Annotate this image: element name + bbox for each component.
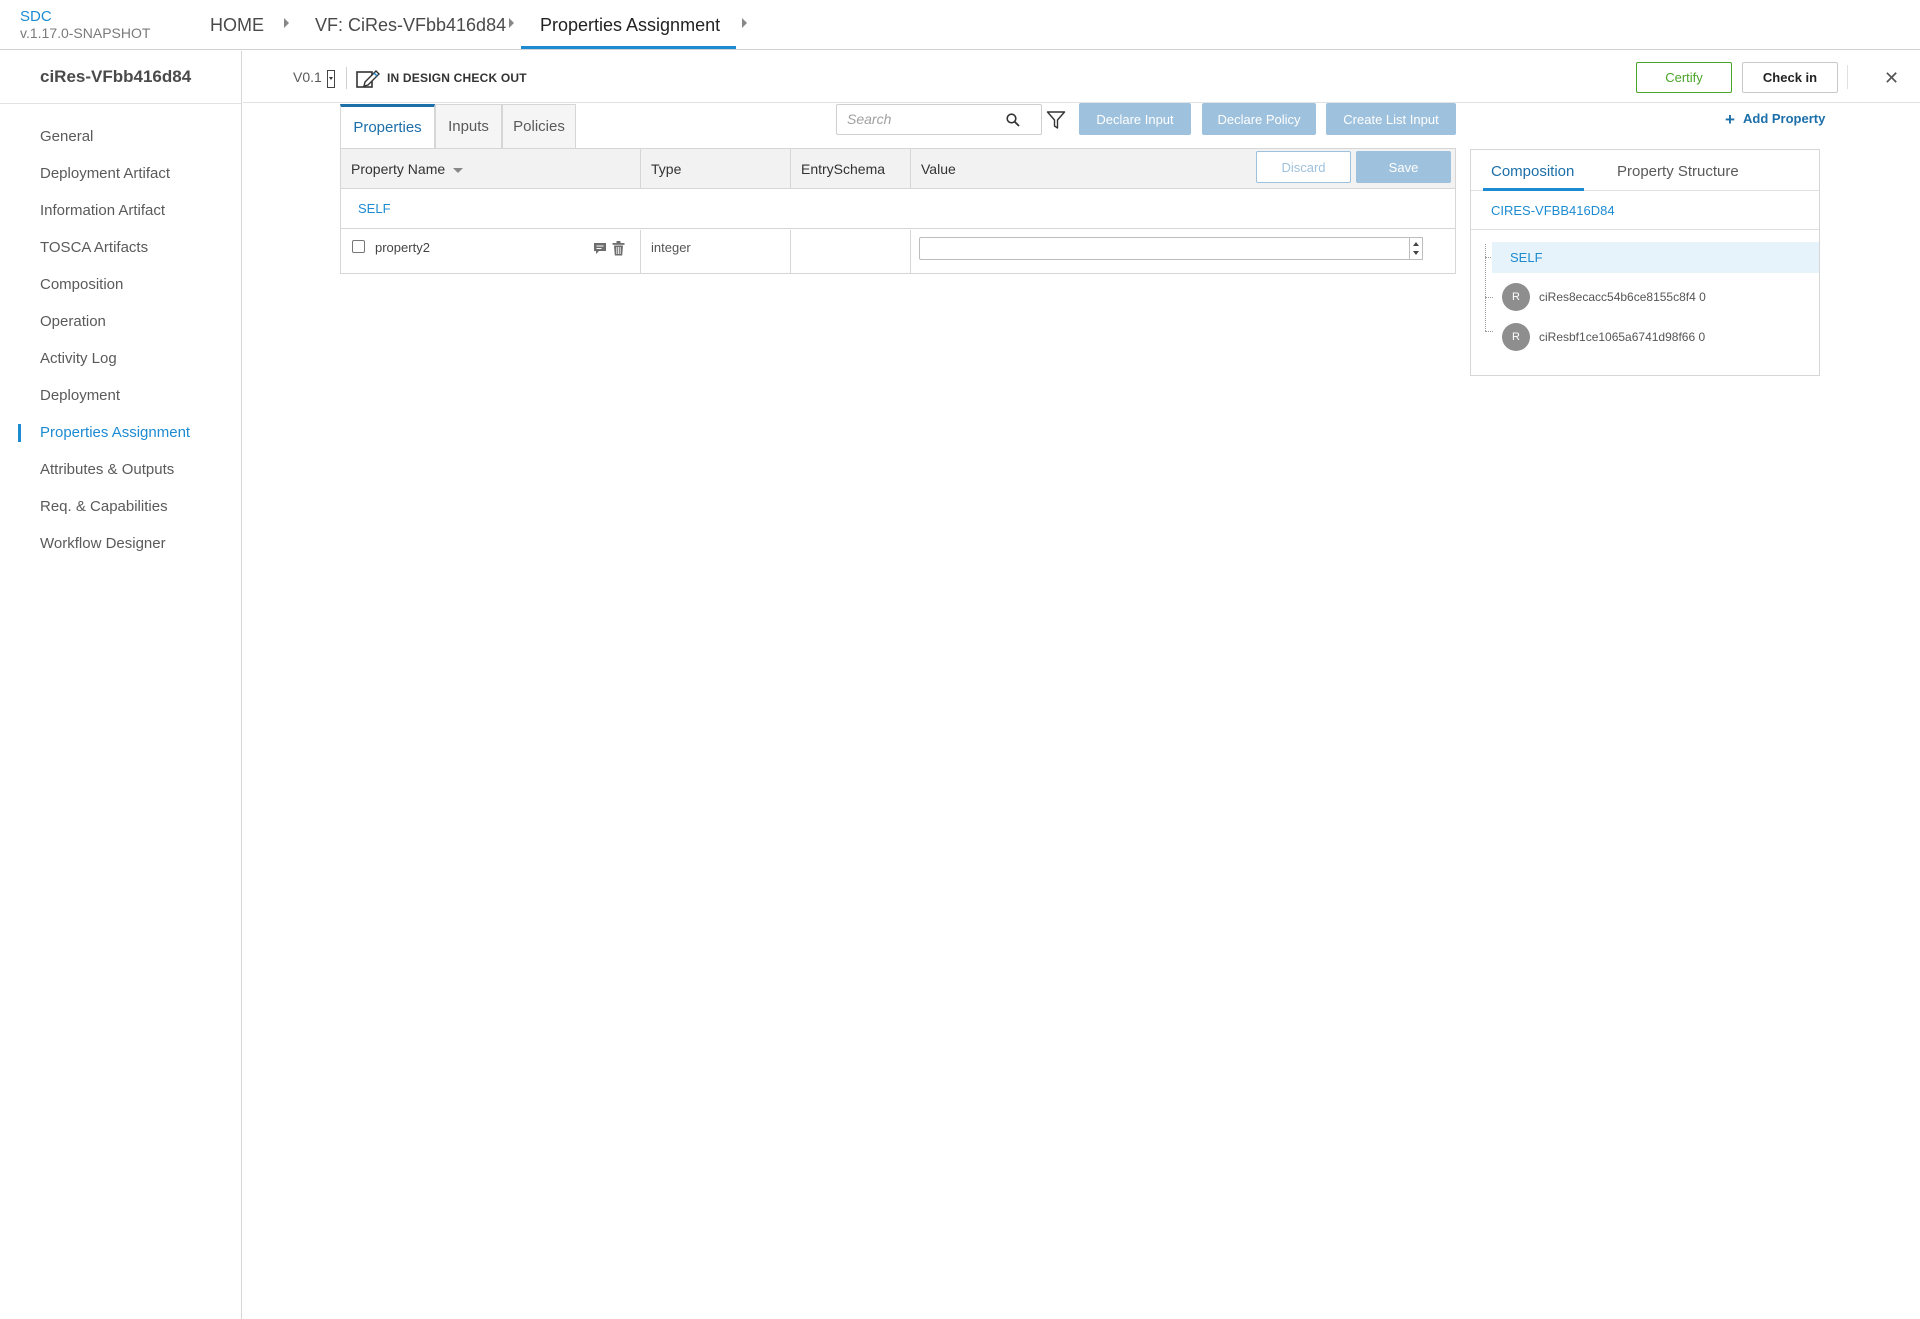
description-icon[interactable] bbox=[593, 242, 607, 255]
property-value-input[interactable] bbox=[919, 237, 1417, 260]
sidebar-title: ciRes-VFbb416d84 bbox=[40, 67, 192, 86]
add-property-link[interactable]: Add Property bbox=[1743, 111, 1825, 126]
column-header-value[interactable]: Value bbox=[921, 161, 956, 177]
tab-policies[interactable]: Policies bbox=[502, 104, 576, 148]
sidebar-item-req-capabilities[interactable]: Req. & Capabilities bbox=[40, 498, 168, 515]
app-version: v.1.17.0-SNAPSHOT bbox=[20, 25, 151, 41]
discard-button[interactable]: Discard bbox=[1256, 151, 1351, 183]
sidebar-divider bbox=[0, 103, 241, 104]
breadcrumb-resource[interactable]: VF: CiRes-VFbb416d84 bbox=[315, 15, 506, 36]
tree-node-self[interactable]: SELF bbox=[1492, 242, 1819, 273]
property-name: property2 bbox=[375, 240, 430, 255]
row-checkbox[interactable] bbox=[352, 240, 365, 253]
tab-composition[interactable]: Composition bbox=[1491, 163, 1574, 180]
property-type: integer bbox=[651, 240, 691, 255]
sidebar-item-attributes-outputs[interactable]: Attributes & Outputs bbox=[40, 461, 174, 478]
column-divider bbox=[790, 149, 791, 189]
declare-input-button[interactable]: Declare Input bbox=[1079, 103, 1191, 135]
app-logo[interactable]: SDC v.1.17.0-SNAPSHOT bbox=[20, 9, 150, 40]
header-divider bbox=[1847, 65, 1848, 89]
active-item-marker bbox=[18, 424, 21, 442]
sidebar-item-workflow-designer[interactable]: Workflow Designer bbox=[40, 535, 166, 552]
lifecycle-status: IN DESIGN CHECK OUT bbox=[387, 71, 527, 85]
component-name[interactable]: CIRES-VFBB416D84 bbox=[1491, 203, 1615, 218]
column-divider bbox=[910, 230, 911, 273]
workspace-header: V0.1 IN DESIGN CHECK OUT Certify Check i… bbox=[243, 51, 1920, 103]
delete-icon[interactable] bbox=[612, 241, 625, 256]
app-name: SDC bbox=[20, 8, 52, 25]
breadcrumb-arrow-icon[interactable] bbox=[284, 18, 289, 28]
resource-avatar-icon: R bbox=[1502, 283, 1530, 311]
filter-icon[interactable] bbox=[1046, 110, 1066, 130]
breadcrumb-home[interactable]: HOME bbox=[210, 15, 264, 36]
top-navigation-bar: SDC v.1.17.0-SNAPSHOT HOME VF: CiRes-VFb… bbox=[0, 0, 1920, 50]
table-header: Property Name Type EntrySchema Value Dis… bbox=[341, 149, 1455, 189]
version-selector[interactable]: V0.1 bbox=[293, 69, 322, 85]
sidebar-item-composition[interactable]: Composition bbox=[40, 276, 123, 293]
tree-node-label: SELF bbox=[1510, 250, 1543, 265]
column-divider bbox=[640, 230, 641, 273]
sidebar-item-deployment-artifact[interactable]: Deployment Artifact bbox=[40, 165, 170, 182]
search-input[interactable] bbox=[847, 111, 1007, 127]
column-divider bbox=[640, 149, 641, 189]
properties-table: Property Name Type EntrySchema Value Dis… bbox=[340, 148, 1456, 274]
sidebar-item-tosca-artifacts[interactable]: TOSCA Artifacts bbox=[40, 239, 148, 256]
tree-node-instance[interactable]: ciResbf1ce1065a6741d98f66 0 bbox=[1539, 330, 1705, 344]
column-header-property-name[interactable]: Property Name bbox=[351, 161, 445, 177]
breadcrumb-current[interactable]: Properties Assignment bbox=[540, 15, 720, 36]
sidebar-item-information-artifact[interactable]: Information Artifact bbox=[40, 202, 165, 219]
group-row-self: SELF bbox=[341, 189, 1455, 229]
group-label: SELF bbox=[358, 201, 391, 216]
sidebar-item-operation[interactable]: Operation bbox=[40, 313, 106, 330]
column-divider bbox=[910, 149, 911, 189]
version-dropdown-icon[interactable] bbox=[327, 70, 335, 88]
tab-properties[interactable]: Properties bbox=[340, 104, 435, 148]
stepper-down-icon[interactable] bbox=[1413, 251, 1419, 255]
table-row: property2 integer bbox=[341, 230, 1455, 273]
left-sidebar: ciRes-VFbb416d84 General Deployment Arti… bbox=[0, 51, 242, 1319]
save-button[interactable]: Save bbox=[1356, 151, 1451, 183]
breadcrumb-active-underline bbox=[521, 46, 736, 49]
search-box[interactable] bbox=[836, 104, 1042, 135]
tab-inputs[interactable]: Inputs bbox=[435, 104, 502, 148]
search-icon[interactable] bbox=[1006, 113, 1020, 127]
sidebar-item-properties-assignment[interactable]: Properties Assignment bbox=[40, 424, 190, 441]
tree-connector bbox=[1485, 331, 1493, 332]
column-header-entry-schema[interactable]: EntrySchema bbox=[801, 161, 885, 177]
right-panel-tabs: Composition Property Structure bbox=[1471, 150, 1819, 191]
checkin-button[interactable]: Check in bbox=[1742, 62, 1838, 93]
tab-property-structure[interactable]: Property Structure bbox=[1617, 163, 1739, 180]
sidebar-item-deployment[interactable]: Deployment bbox=[40, 387, 120, 404]
certify-button[interactable]: Certify bbox=[1636, 62, 1732, 93]
panel-divider bbox=[1471, 229, 1819, 230]
composition-panel: Composition Property Structure CIRES-VFB… bbox=[1470, 149, 1820, 376]
breadcrumb-arrow-icon[interactable] bbox=[509, 18, 514, 28]
sort-down-icon[interactable] bbox=[453, 168, 463, 173]
breadcrumb-arrow-icon[interactable] bbox=[742, 18, 747, 28]
close-icon[interactable]: ✕ bbox=[1884, 68, 1899, 89]
create-list-input-button[interactable]: Create List Input bbox=[1326, 103, 1456, 135]
resource-avatar-icon: R bbox=[1502, 323, 1530, 351]
sidebar-item-general[interactable]: General bbox=[40, 128, 93, 145]
edit-checkout-icon bbox=[356, 70, 380, 88]
header-divider bbox=[346, 67, 347, 89]
active-tab-underline bbox=[1483, 188, 1584, 191]
value-stepper[interactable] bbox=[1409, 237, 1423, 260]
stepper-up-icon[interactable] bbox=[1413, 242, 1419, 246]
plus-icon[interactable]: + bbox=[1725, 111, 1735, 128]
column-divider bbox=[790, 230, 791, 273]
sidebar-item-activity-log[interactable]: Activity Log bbox=[40, 350, 117, 367]
column-header-type[interactable]: Type bbox=[651, 161, 681, 177]
tree-connector bbox=[1485, 297, 1493, 298]
declare-policy-button[interactable]: Declare Policy bbox=[1202, 103, 1316, 135]
tree-node-instance[interactable]: ciRes8ecacc54b6ce8155c8f4 0 bbox=[1539, 290, 1706, 304]
